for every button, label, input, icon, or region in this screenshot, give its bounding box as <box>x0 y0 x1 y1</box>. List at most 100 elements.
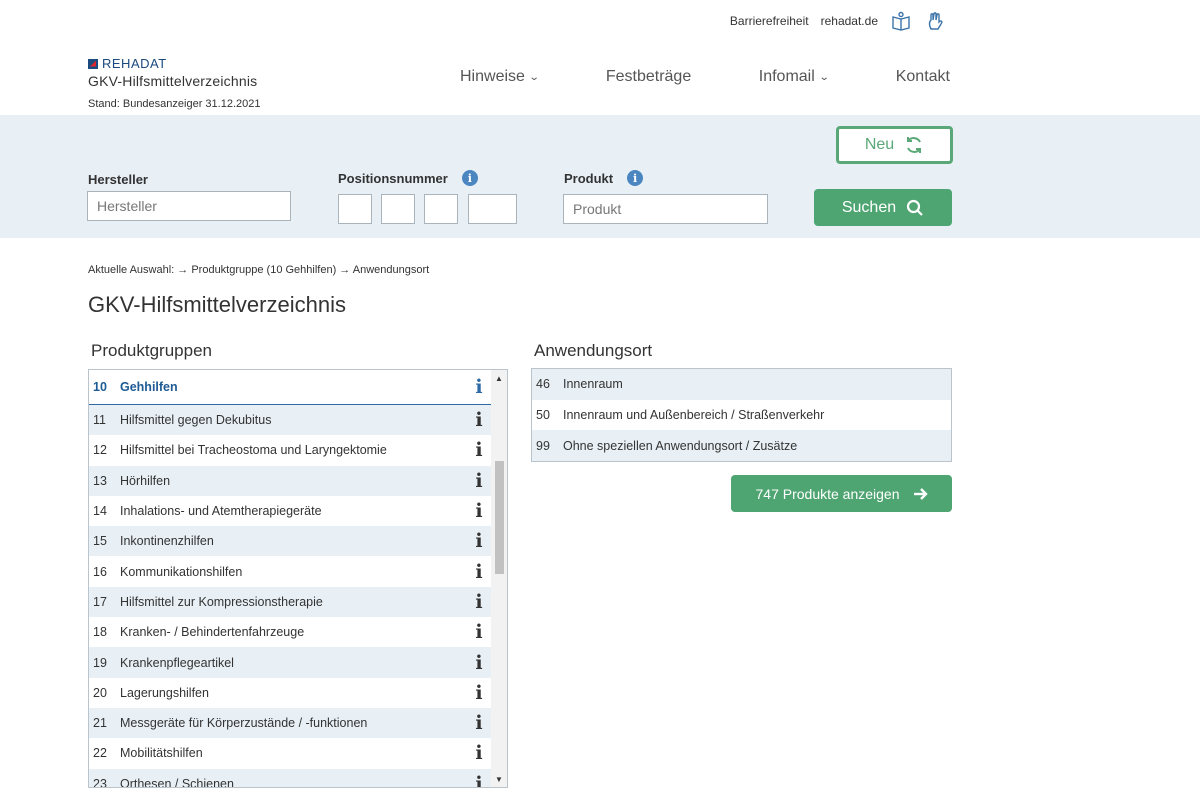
chevron-down-icon: ⌄ <box>528 71 540 83</box>
info-icon[interactable]: i <box>466 678 492 708</box>
produkt-placeholder: Produkt <box>573 201 622 217</box>
item-name: Ohne speziellen Anwendungsort / Zusätze <box>563 438 798 453</box>
list-item[interactable]: 14 Inhalations- und Atemtherapiegeräte i <box>89 496 492 526</box>
info-icon[interactable]: i <box>466 526 492 556</box>
position-input-4[interactable] <box>468 194 517 224</box>
nav-infomail-label: Infomail <box>758 68 815 85</box>
info-icon[interactable]: i <box>466 496 492 526</box>
scroll-down-arrow-icon[interactable]: ▼ <box>491 771 507 787</box>
search-panel: Hersteller Hersteller Positionsnummer i … <box>0 115 1200 238</box>
item-number: 99 <box>536 438 550 453</box>
produktgruppen-rows: 10 Gehhilfen i 11 Hilfsmittel gegen Deku… <box>89 370 492 787</box>
list-item[interactable]: 23 Orthesen / Schienen i <box>89 768 492 787</box>
rehadat-link[interactable]: rehadat.de <box>821 14 878 28</box>
list-item[interactable]: 17 Hilfsmittel zur Kompressionstherapie … <box>89 586 492 618</box>
show-products-label: 747 Produkte anzeigen <box>755 485 900 502</box>
info-icon[interactable]: i <box>466 435 492 465</box>
info-icon[interactable]: i <box>627 170 644 186</box>
list-item[interactable]: 20 Lagerungshilfen i <box>89 678 492 708</box>
brand[interactable]: REHADAT GKV-Hilfsmittelverzeichnis Stand… <box>88 56 260 110</box>
nav-kontakt-label: Kontakt <box>895 68 950 85</box>
info-icon[interactable]: i <box>466 769 492 787</box>
item-name: Messgeräte für Körperzustände / -funktio… <box>120 716 368 731</box>
item-number: 18 <box>93 625 107 640</box>
list-item[interactable]: 15 Inkontinenzhilfen i <box>89 526 492 557</box>
produkt-input[interactable]: Produkt <box>563 194 768 224</box>
arrow-right-icon <box>913 487 928 500</box>
main-navigation: Hinweise ⌄ Festbeträge Infomail ⌄ Kontak… <box>460 68 950 86</box>
item-number: 46 <box>536 377 550 392</box>
item-name: Lagerungshilfen <box>120 685 209 700</box>
list-item-selected[interactable]: 10 Gehhilfen i <box>89 370 492 405</box>
item-number: 19 <box>93 655 107 670</box>
show-products-button[interactable]: 747 Produkte anzeigen <box>731 475 952 512</box>
item-name: Innenraum <box>563 377 623 392</box>
easy-language-icon[interactable] <box>890 10 912 32</box>
scroll-up-arrow-icon[interactable]: ▲ <box>491 370 507 386</box>
info-icon[interactable]: i <box>461 170 478 186</box>
item-name: Hilfsmittel zur Kompressionstherapie <box>120 594 323 609</box>
list-item[interactable]: 22 Mobilitätshilfen i <box>89 738 492 768</box>
produktgruppen-list[interactable]: 10 Gehhilfen i 11 Hilfsmittel gegen Deku… <box>88 369 508 788</box>
list-item[interactable]: 11 Hilfsmittel gegen Dekubitus i <box>89 405 492 436</box>
refresh-icon <box>907 137 922 153</box>
anwendungsort-title: Anwendungsort <box>534 341 653 360</box>
info-icon[interactable]: i <box>466 556 492 586</box>
list-item[interactable]: 46 Innenraum <box>532 369 951 400</box>
position-input-2[interactable] <box>381 194 415 224</box>
info-icon[interactable]: i <box>466 370 492 404</box>
position-input-3[interactable] <box>424 194 458 224</box>
item-number: 21 <box>93 716 107 731</box>
info-icon[interactable]: i <box>466 617 492 647</box>
list-item[interactable]: 99 Ohne speziellen Anwendungsort / Zusät… <box>532 430 951 462</box>
suchen-button[interactable]: Suchen <box>814 189 952 226</box>
neu-button[interactable]: Neu <box>836 126 953 164</box>
list-scrollbar[interactable]: ▲ ▼ <box>491 370 507 787</box>
list-item[interactable]: 21 Messgeräte für Körperzustände / -funk… <box>89 707 492 739</box>
suchen-button-label: Suchen <box>841 198 897 216</box>
rehadat-logo[interactable]: REHADAT <box>88 56 260 71</box>
item-number: 11 <box>93 413 106 428</box>
position-input-1[interactable] <box>338 194 372 224</box>
list-item[interactable]: 13 Hörhilfen i <box>89 465 492 496</box>
item-number: 16 <box>93 564 107 579</box>
item-number: 14 <box>93 504 107 519</box>
info-icon[interactable]: i <box>466 587 492 617</box>
accessibility-link[interactable]: Barrierefreiheit <box>730 14 809 28</box>
info-icon[interactable]: i <box>466 708 492 738</box>
site-title: GKV-Hilfsmittelverzeichnis <box>88 73 258 89</box>
item-name: Hörhilfen <box>120 473 171 488</box>
nav-hinweise[interactable]: Hinweise ⌄ <box>460 68 540 86</box>
nav-infomail[interactable]: Infomail ⌄ <box>758 68 830 86</box>
list-item[interactable]: 19 Krankenpflegeartikel i <box>89 647 492 678</box>
nav-festbetraege-label: Festbeträge <box>605 68 692 85</box>
neu-button-label: Neu <box>864 136 895 153</box>
sign-language-icon[interactable] <box>924 10 946 32</box>
nav-hinweise-label: Hinweise <box>460 68 525 85</box>
info-icon[interactable]: i <box>466 405 492 435</box>
info-icon[interactable]: i <box>466 466 492 496</box>
nav-kontakt[interactable]: Kontakt <box>896 68 950 86</box>
list-item[interactable]: 50 Innenraum und Außenbereich / Straßenv… <box>532 400 951 431</box>
item-number: 22 <box>93 746 107 761</box>
produkt-label: Produkt i <box>564 170 644 186</box>
item-name: Kranken- / Behindertenfahrzeuge <box>120 625 305 640</box>
item-name: Inhalations- und Atemtherapiegeräte <box>120 504 322 519</box>
info-icon[interactable]: i <box>466 738 492 768</box>
hersteller-label-text: Hersteller <box>88 172 148 187</box>
rehadat-logo-mark-icon <box>88 58 98 69</box>
scrollbar-thumb[interactable] <box>495 461 504 574</box>
anwendungsort-list: 46 Innenraum 50 Innenraum und Außenberei… <box>531 368 952 463</box>
produktgruppen-title: Produktgruppen <box>91 341 212 360</box>
list-item[interactable]: 16 Kommunikationshilfen i <box>89 556 492 586</box>
item-number: 12 <box>93 443 107 458</box>
item-number: 15 <box>93 534 107 549</box>
hersteller-input[interactable]: Hersteller <box>87 191 291 221</box>
hersteller-placeholder: Hersteller <box>97 198 157 214</box>
hersteller-label: Hersteller <box>88 172 148 187</box>
chevron-down-icon: ⌄ <box>818 71 830 83</box>
list-item[interactable]: 18 Kranken- / Behindertenfahrzeuge i <box>89 617 492 647</box>
nav-festbetraege[interactable]: Festbeträge <box>606 68 691 86</box>
info-icon[interactable]: i <box>466 647 492 677</box>
list-item[interactable]: 12 Hilfsmittel bei Tracheostoma und Lary… <box>89 435 492 465</box>
